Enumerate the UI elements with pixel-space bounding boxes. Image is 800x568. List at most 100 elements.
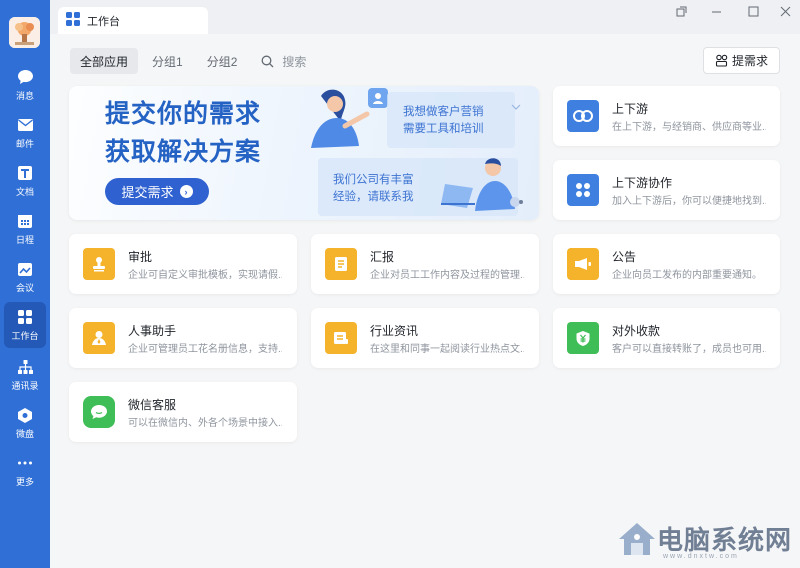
submit-request-label: 提需求 — [731, 54, 768, 68]
tab-label: 工作台 — [87, 15, 120, 28]
user-badge-icon — [368, 88, 388, 108]
app-card-news[interactable]: 行业资讯 在这里和同事一起阅读行业热点文... — [311, 308, 539, 368]
more-icon — [16, 454, 34, 472]
laptop-person-illustration-icon — [441, 158, 523, 211]
search-label: 搜索 — [282, 54, 307, 69]
sidebar-item-calendar[interactable]: 日程 — [0, 206, 50, 252]
search-button[interactable]: 搜索 — [261, 53, 306, 70]
meeting-icon — [16, 260, 34, 278]
person-icon — [83, 322, 115, 354]
sidebar-item-messages[interactable]: 消息 — [0, 62, 50, 108]
watermark-title: 电脑系统网 — [657, 526, 793, 556]
workbench-icon — [66, 12, 80, 29]
sidebar-item-meeting[interactable]: 会议 — [0, 254, 50, 300]
app-name: 上下游协作 — [612, 176, 673, 190]
app-name: 微信客服 — [128, 398, 177, 412]
search-icon — [261, 55, 274, 67]
megaphone-icon — [567, 248, 599, 280]
bubble2-line2: 经验，请联系我 — [333, 191, 414, 203]
app-name: 对外收款 — [612, 324, 661, 338]
close-icon — [780, 6, 790, 16]
sidebar-item-label: 微盘 — [15, 429, 34, 439]
app-name: 汇报 — [370, 250, 395, 264]
sidebar-item-drive[interactable]: 微盘 — [0, 400, 50, 446]
workbench-main: 全部应用 分组1 分组2 搜索 提需求 提交你的需求 获取解决方案 提交需求 › — [50, 34, 800, 568]
app-card-updown[interactable]: 上下游 在上下游，与经销商、供应商等业... — [553, 86, 780, 146]
app-description: 企业可管理员工花名册信息，支持... — [128, 344, 282, 355]
bubble1-line1: 我想做客户营销 — [403, 106, 484, 118]
app-card-updown-collab[interactable]: 上下游协作 加入上下游后，你可以便捷地找到... — [553, 160, 780, 220]
sidebar-item-label: 通讯录 — [11, 381, 39, 391]
sidebar-item-contacts[interactable]: 通讯录 — [0, 352, 50, 398]
app-description: 在上下游，与经销商、供应商等业... — [612, 122, 766, 133]
mail-icon — [16, 116, 34, 134]
arrow-right-icon: › — [179, 185, 193, 198]
sidebar-item-label: 更多 — [15, 477, 34, 487]
app-card-wechat-service[interactable]: 微信客服 可以在微信内、外各个场景中接入... — [69, 382, 297, 442]
drive-icon — [16, 406, 34, 424]
sidebar-item-label: 工作台 — [11, 331, 39, 341]
filter-group2[interactable]: 分组2 — [197, 48, 248, 74]
app-card-hr[interactable]: 人事助手 企业可管理员工花名册信息，支持... — [69, 308, 297, 368]
chat-bubble-icon — [83, 396, 115, 428]
app-name: 审批 — [128, 250, 153, 264]
watermark-url: www.dnxtw.com — [663, 553, 739, 560]
filter-all-apps[interactable]: 全部应用 — [70, 48, 139, 74]
sidebar-item-label: 邮件 — [15, 139, 34, 149]
house-logo-icon — [619, 522, 655, 555]
chevron-down-icon — [511, 104, 521, 110]
avatar[interactable] — [9, 17, 40, 48]
sidebar-item-mail[interactable]: 邮件 — [0, 110, 50, 156]
pin-window-button[interactable] — [670, 3, 692, 19]
banner-button-label: 提交需求 — [121, 185, 174, 200]
sidebar-item-label: 日程 — [15, 235, 34, 245]
news-icon — [325, 322, 357, 354]
app-card-payment[interactable]: 对外收款 客户可以直接转账了，成员也可用... — [553, 308, 780, 368]
app-description: 企业对员工工作内容及过程的管理... — [370, 270, 524, 281]
pin-icon — [676, 6, 686, 16]
app-card-approval[interactable]: 审批 企业可自定义审批模板，实现请假... — [69, 234, 297, 294]
submit-request-button[interactable]: 提需求 — [703, 47, 780, 74]
sidebar: 消息 邮件 文档 日程 会议 工作台 通讯录 微盘 更多 — [0, 0, 50, 568]
filter-bar: 全部应用 分组1 分组2 搜索 — [70, 48, 306, 74]
sidebar-item-workbench[interactable]: 工作台 — [4, 302, 46, 348]
stamp-icon — [83, 248, 115, 280]
app-name: 人事助手 — [128, 324, 177, 338]
banner-title-line2: 获取解决方案 — [105, 138, 262, 166]
app-card-report[interactable]: 汇报 企业对员工工作内容及过程的管理... — [311, 234, 539, 294]
app-description: 在这里和同事一起阅读行业热点文... — [370, 344, 524, 355]
bubble1-line2: 需要工具和培训 — [403, 123, 484, 135]
tab-workbench[interactable]: 工作台 — [58, 7, 208, 34]
banner-submit-button[interactable]: 提交需求 › — [105, 178, 209, 205]
link-icon — [567, 100, 599, 132]
calendar-icon — [16, 212, 34, 230]
promo-banner[interactable]: 提交你的需求 获取解决方案 提交需求 › 我想做客户营销 需要工具和培训 我们公… — [69, 86, 539, 220]
doc-icon — [16, 164, 34, 182]
yuan-shield-icon — [567, 322, 599, 354]
app-name: 公告 — [612, 250, 637, 264]
contacts-icon — [16, 358, 34, 376]
report-icon — [325, 248, 357, 280]
maximize-icon — [748, 6, 758, 16]
app-description: 可以在微信内、外各个场景中接入... — [128, 418, 282, 429]
app-name: 上下游 — [612, 102, 649, 116]
app-description: 企业可自定义审批模板，实现请假... — [128, 270, 282, 281]
request-icon — [715, 54, 728, 67]
close-button[interactable] — [774, 3, 796, 19]
watermark: 电脑系统网 www.dnxtw.com — [617, 520, 793, 560]
app-card-notice[interactable]: 公告 企业向员工发布的内部重要通知。 — [553, 234, 780, 294]
filter-group1[interactable]: 分组1 — [142, 48, 193, 74]
sidebar-item-more[interactable]: 更多 — [0, 448, 50, 494]
app-description: 企业向员工发布的内部重要通知。 — [612, 270, 762, 281]
app-name: 行业资讯 — [370, 324, 419, 338]
minimize-icon — [711, 11, 721, 12]
minimize-button[interactable] — [705, 3, 727, 19]
bubble2-line1: 我们公司有丰富 — [333, 174, 414, 186]
banner-title-line1: 提交你的需求 — [105, 100, 262, 128]
sidebar-item-docs[interactable]: 文档 — [0, 158, 50, 204]
sidebar-item-label: 消息 — [15, 91, 34, 101]
four-dots-icon — [567, 174, 599, 206]
workbench-icon — [16, 308, 34, 326]
app-description: 客户可以直接转账了，成员也可用... — [612, 344, 766, 355]
maximize-button[interactable] — [742, 3, 764, 19]
